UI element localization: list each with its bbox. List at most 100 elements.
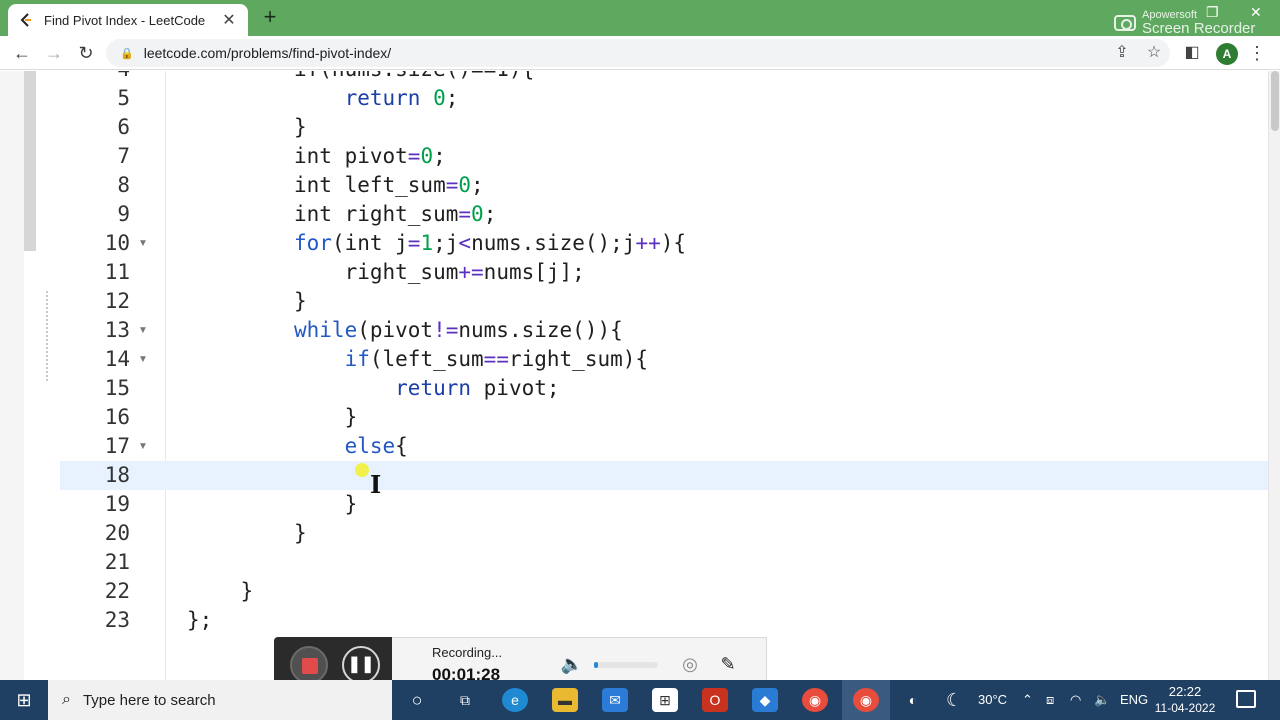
file-explorer-icon[interactable]: ▬ (552, 688, 578, 712)
line-number: 19 (104, 492, 130, 516)
menu-kebab-icon[interactable]: ⋮ (1248, 41, 1266, 65)
taskbar-search-placeholder: Type here to search (82, 691, 216, 709)
app-icon[interactable]: ◆ (752, 688, 778, 712)
side-panel-icon[interactable]: ◧ (1180, 41, 1204, 65)
code-line[interactable]: 12} (60, 287, 1268, 316)
mail-icon[interactable]: ✉ (602, 688, 628, 712)
address-bar[interactable]: 🔒 leetcode.com/problems/find-pivot-index… (106, 39, 1170, 67)
line-number: 13 (104, 318, 130, 342)
left-panel-scrollbar[interactable] (24, 71, 36, 251)
line-number: 7 (117, 144, 130, 168)
code-text: else{ (344, 434, 408, 458)
code-text: int right_sum=0; (294, 202, 497, 226)
code-line[interactable]: 18 (60, 461, 1268, 490)
task-view-icon[interactable]: ⧉ (452, 688, 478, 712)
annotate-pen-icon[interactable]: ✎ (716, 652, 740, 676)
recorder-name: Screen Recorder (1142, 20, 1256, 37)
new-tab-button[interactable]: + (258, 6, 282, 30)
code-line[interactable]: 19 } (60, 490, 1268, 519)
restore-window-icon[interactable]: ❐ (1206, 4, 1219, 21)
line-number: 16 (104, 405, 130, 429)
edge-icon[interactable]: e (502, 688, 528, 712)
clock-date: 11-04-2022 (1154, 701, 1216, 715)
weather-moon-icon[interactable]: ☾ (946, 680, 962, 720)
panel-divider[interactable] (46, 291, 52, 381)
system-clock[interactable]: 22:22 11-04-2022 (1150, 683, 1220, 717)
volume-icon[interactable]: 🔈 (1094, 680, 1110, 720)
code-line[interactable]: 16 } (60, 403, 1268, 432)
bookmark-star-icon[interactable]: ☆ (1142, 41, 1166, 65)
stop-icon (302, 658, 318, 674)
wifi-icon[interactable]: ◠ (1070, 680, 1081, 720)
share-icon[interactable]: ⇪ (1110, 41, 1134, 65)
code-line[interactable]: 13 ▼ while(pivot!=nums.size()){ (60, 316, 1268, 345)
code-line[interactable]: 15 return pivot; (60, 374, 1268, 403)
clock-time: 22:22 (1168, 684, 1202, 699)
code-text: } (294, 289, 307, 313)
code-line[interactable]: 6} (60, 113, 1268, 142)
code-line[interactable]: 5 return 0; (60, 84, 1268, 113)
pause-recording-button[interactable]: ❚❚ (342, 646, 380, 684)
volume-level[interactable] (594, 662, 658, 668)
close-window-icon[interactable]: ✕ (1250, 4, 1262, 21)
language-indicator[interactable]: ENG (1120, 680, 1148, 720)
close-tab-icon[interactable]: ✕ (220, 10, 238, 30)
code-editor[interactable]: 4if(nums.size()==1){5 return 0;6}7int pi… (0, 71, 1280, 680)
temperature[interactable]: 30°C (978, 680, 1007, 720)
code-line[interactable]: 4 if(nums.size()==1){ (60, 71, 1268, 84)
leetcode-favicon-icon (20, 13, 31, 27)
code-line[interactable]: 10 ▼ for(int j=1;j<nums.size();j++){ (60, 229, 1268, 258)
code-line[interactable]: 11 right_sum+=nums[j]; (60, 258, 1268, 287)
speaker-muted-icon[interactable]: 🔈 (560, 652, 584, 676)
stop-recording-button[interactable] (290, 646, 328, 684)
code-text: } (294, 405, 358, 429)
mouse-click-highlight (355, 463, 369, 477)
code-line[interactable]: 20} (60, 519, 1268, 548)
code-line[interactable]: 22} (60, 577, 1268, 606)
fold-toggle-icon[interactable]: ▼ (138, 345, 148, 374)
code-line[interactable]: 9 int right_sum=0; (60, 200, 1268, 229)
webcam-icon[interactable]: ◎ (678, 652, 702, 676)
line-number: 9 (117, 202, 130, 226)
notifications-icon[interactable] (1236, 690, 1256, 708)
code-line[interactable]: 7 int pivot=0; (60, 142, 1268, 171)
chrome-profile-icon[interactable]: ◉ (853, 688, 879, 712)
chrome-icon[interactable]: ◉ (802, 688, 828, 712)
code-line[interactable]: 21 (60, 548, 1268, 577)
cortana-icon[interactable]: ○ (404, 688, 430, 712)
network-icon[interactable]: ⧈ (1046, 680, 1054, 720)
code-text: }; (187, 608, 213, 632)
editor-scrollbar[interactable] (1268, 71, 1280, 680)
tab-leetcode[interactable]: Find Pivot Index - LeetCode ✕ (8, 4, 248, 36)
forward-button[interactable]: → (42, 41, 66, 65)
lock-icon: 🔒 (120, 47, 134, 60)
back-button[interactable]: ← (10, 41, 34, 65)
recorder-tray-icon[interactable]: ◐ (900, 688, 926, 712)
fold-toggle-icon[interactable]: ▼ (138, 432, 148, 461)
code-line[interactable]: 17 ▼ else{ (60, 432, 1268, 461)
code-line[interactable]: 23}; (60, 606, 1268, 635)
line-number: 5 (117, 86, 130, 110)
windows-start-icon[interactable]: ⊞ (0, 680, 48, 720)
show-hidden-icons-icon[interactable]: ⌃ (1022, 680, 1033, 720)
fold-toggle-icon[interactable]: ▼ (138, 316, 148, 345)
code-line[interactable]: 8 int left_sum=0; (60, 171, 1268, 200)
browser-tab-bar: Find Pivot Index - LeetCode ✕ + Apowerso… (0, 0, 1280, 36)
line-number: 23 (104, 608, 130, 632)
code-text: right_sum+=nums[j]; (294, 260, 585, 284)
recorder-camera-icon (1114, 15, 1136, 31)
code-line[interactable]: 14 ▼ if(left_sum==right_sum){ (60, 345, 1268, 374)
taskbar-search[interactable]: ⌕ Type here to search (48, 680, 392, 720)
fold-toggle-icon[interactable]: ▼ (138, 229, 148, 258)
line-number: 6 (117, 115, 130, 139)
scrollbar-thumb[interactable] (1271, 71, 1279, 131)
line-number: 21 (104, 550, 130, 574)
store-icon[interactable]: ⊞ (652, 688, 678, 712)
code-text: if(nums.size()==1){ (294, 71, 534, 84)
office-icon[interactable]: O (702, 688, 728, 712)
code-text: return 0; (344, 86, 459, 110)
reload-button[interactable]: ↻ (74, 41, 98, 65)
line-number: 18 (104, 463, 130, 487)
recorder-watermark: Apowersoft Screen Recorder (1114, 10, 1255, 36)
profile-avatar[interactable]: A (1216, 43, 1238, 65)
